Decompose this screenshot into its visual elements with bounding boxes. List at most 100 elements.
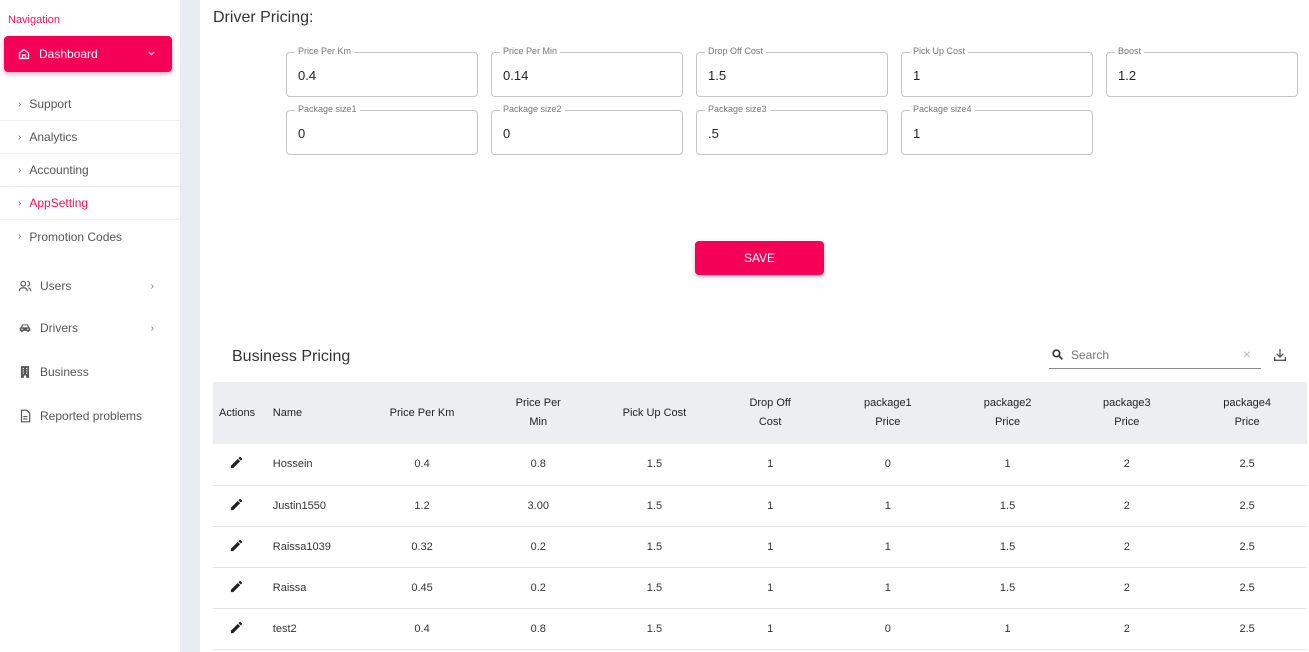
field-value: 1.5: [708, 68, 727, 83]
boost-field[interactable]: Boost 1.2: [1106, 46, 1298, 97]
field-value: 1: [913, 126, 921, 141]
section-title: Business Pricing: [232, 348, 351, 365]
pick-up-cost-field[interactable]: Pick Up Cost 1: [901, 46, 1093, 97]
chevron-right-icon: ›: [18, 98, 22, 110]
column-header[interactable]: Actions: [213, 382, 267, 444]
package-size3-field[interactable]: Package size3 .5: [696, 104, 888, 155]
price-per-km-field[interactable]: Price Per Km 0.4: [286, 46, 478, 97]
column-header[interactable]: Name: [267, 382, 363, 444]
table-cell: 1.5: [999, 499, 1016, 512]
edit-icon[interactable]: [229, 455, 244, 470]
table-cell: 1.5: [646, 499, 663, 512]
field-label: Package size2: [500, 104, 565, 114]
sidebar-item-business[interactable]: Business: [0, 352, 180, 392]
field-value: 1: [913, 68, 921, 83]
field-label: Pick Up Cost: [910, 46, 969, 56]
table-row: Justin1550 1.2 3.00 1.5 1 1 1.5 2 2.5: [213, 485, 1307, 526]
sidebar-item-reported-problems[interactable]: Reported problems: [0, 396, 180, 436]
sidebar-item-dashboard[interactable]: Dashboard: [4, 36, 172, 72]
search-icon: [1051, 348, 1064, 366]
drop-off-cost-field[interactable]: Drop Off Cost 1.5: [696, 46, 888, 97]
package-size1-field[interactable]: Package size1 0: [286, 104, 478, 155]
edit-icon[interactable]: [229, 538, 244, 553]
column-header[interactable]: Price Per Min: [481, 382, 596, 444]
field-label: Package size3: [705, 104, 770, 114]
field-value: 0: [503, 126, 511, 141]
name-cell: Hossein: [272, 458, 313, 471]
clear-icon[interactable]: ×: [1243, 346, 1251, 362]
field-value: 0.14: [503, 68, 529, 83]
table-cell: 1.5: [999, 581, 1016, 594]
table-cell: 2.5: [1239, 622, 1255, 635]
sidebar-item-drivers[interactable]: Drivers ›: [0, 308, 180, 348]
table-cell: 1.5: [646, 622, 663, 635]
table-cell: 1.2: [414, 499, 430, 512]
table-cell: 0: [884, 622, 891, 635]
sidebar-item-users[interactable]: Users ›: [0, 266, 180, 306]
field-label: Price Per Min: [500, 46, 561, 56]
download-icon[interactable]: [1272, 347, 1288, 368]
field-label: Package size1: [295, 104, 360, 114]
package-size2-field[interactable]: Package size2 0: [491, 104, 683, 155]
table-row: Raissa 0.45 0.2 1.5 1 1 1.5 2 2.5: [213, 567, 1307, 608]
edit-icon[interactable]: [229, 620, 244, 635]
actions-cell: [213, 444, 267, 485]
sidebar-item-accounting[interactable]: › Accounting: [0, 154, 180, 187]
column-header[interactable]: package3 Price: [1066, 382, 1187, 444]
sidebar-item-support[interactable]: › Support: [0, 88, 180, 121]
name-cell: Justin1550: [272, 499, 326, 512]
main-content: Driver Pricing: Price Per Km 0.4 Price P…: [200, 0, 1309, 652]
sidebar-item-analytics[interactable]: › Analytics: [0, 121, 180, 154]
sidebar-item-label: Reported problems: [40, 409, 143, 423]
table-row: Hossein 0.4 0.8 1.5 1 0 1 2 2.5: [213, 444, 1307, 485]
report-icon: [18, 409, 32, 423]
column-header[interactable]: package1 Price: [827, 382, 949, 444]
field-label: Package size4: [910, 104, 975, 114]
table-cell: 1: [884, 540, 891, 553]
edit-icon[interactable]: [229, 579, 244, 594]
business-pricing-card: Business Pricing × Actions Name Price Pe…: [213, 332, 1307, 652]
table-cell: 1.5: [646, 458, 663, 471]
building-icon: [18, 365, 32, 379]
chevron-down-icon: [147, 49, 156, 61]
sidebar-item-label: Dashboard: [39, 47, 98, 61]
table-cell: 2: [1123, 540, 1130, 553]
table-cell: 1.5: [999, 540, 1016, 553]
table-cell: 2.5: [1239, 581, 1255, 594]
actions-cell: [213, 485, 267, 526]
column-header[interactable]: package4 Price: [1187, 382, 1307, 444]
actions-cell: [213, 608, 267, 649]
column-header[interactable]: Pick Up Cost: [596, 382, 714, 444]
nav-heading: Navigation: [8, 14, 60, 26]
field-value: .5: [708, 126, 719, 141]
column-header[interactable]: Price Per Km: [363, 382, 481, 444]
sidebar-item-label: Analytics: [29, 130, 78, 144]
save-button[interactable]: SAVE: [695, 241, 824, 275]
chevron-right-icon: ›: [150, 322, 154, 334]
sidebar-item-appsetting[interactable]: › AppSetting: [0, 187, 180, 220]
page-title: Driver Pricing:: [213, 9, 314, 26]
edit-icon[interactable]: [229, 497, 244, 512]
column-header[interactable]: Drop Off Cost: [713, 382, 827, 444]
package-size4-field[interactable]: Package size4 1: [901, 104, 1093, 155]
table-cell: 1: [1004, 458, 1011, 471]
column-header[interactable]: package2 Price: [949, 382, 1067, 444]
car-icon: [18, 321, 32, 335]
actions-cell: [213, 526, 267, 567]
price-per-min-field[interactable]: Price Per Min 0.14: [491, 46, 683, 97]
name-cell: Raissa1039: [272, 540, 331, 553]
table-cell: 2: [1123, 458, 1130, 471]
home-icon: [18, 48, 30, 60]
sidebar-item-label: Business: [40, 365, 89, 379]
sidebar-item-label: Drivers: [40, 321, 78, 335]
sidebar-item-promotion-codes[interactable]: › Promotion Codes: [0, 220, 180, 253]
table-cell: 1: [767, 458, 774, 471]
search-input[interactable]: [1071, 348, 1231, 362]
table-cell: 1.5: [646, 581, 663, 594]
table-cell: 2: [1123, 581, 1130, 594]
field-label: Boost: [1115, 46, 1145, 56]
table-row: Raissa1039 0.32 0.2 1.5 1 1 1.5 2 2.5: [213, 526, 1307, 567]
sidebar-item-label: AppSetting: [29, 196, 89, 210]
sidebar-item-label: Promotion Codes: [29, 229, 123, 244]
table-cell: 2: [1123, 499, 1130, 512]
